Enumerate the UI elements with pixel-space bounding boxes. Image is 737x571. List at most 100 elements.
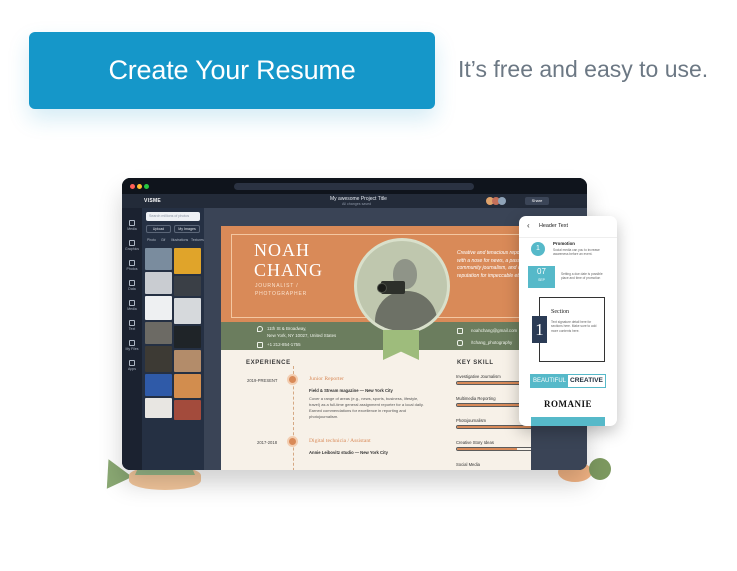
- back-arrow-icon: ‹: [527, 221, 530, 230]
- phone-icon: [257, 342, 263, 348]
- skill-bar-fill: [457, 404, 521, 406]
- date-badge: 07 SEP: [528, 266, 555, 288]
- experience-role: Junior Reporter: [309, 376, 344, 382]
- resume-email: noahchang@gmail.com: [471, 328, 518, 333]
- mobile-header-title: Header Text: [539, 223, 568, 229]
- photos-icon: [129, 260, 135, 266]
- experience-heading: EXPERIENCE: [246, 360, 291, 366]
- mobile-header: ‹ Header Text: [519, 216, 617, 238]
- photo-thumb: [174, 374, 201, 398]
- resume-portrait: [354, 238, 450, 334]
- skill-label: Multimedia Reporting: [456, 396, 496, 401]
- panel-tab: Textures: [191, 238, 204, 242]
- rail-label: Graphics: [125, 247, 140, 251]
- rail-item: My Files: [125, 340, 139, 351]
- address-line: 11th St & Broadway,: [267, 326, 307, 331]
- beautiful-creative-banner: BEAUTIFUL CREATIVE: [530, 374, 606, 388]
- date-month: SEP: [538, 278, 545, 282]
- decor-sphere: [589, 458, 611, 480]
- photo-thumb: [145, 296, 172, 320]
- date-day: 07: [537, 267, 546, 276]
- experience-company: Field & Stream magazine — New York City: [309, 388, 393, 393]
- photo-panel: Search millions of photos Upload My Imag…: [142, 208, 204, 470]
- rail-item: Photos: [125, 260, 139, 271]
- rail-item: Graphics: [125, 240, 139, 251]
- section-text: Text signature detail here for sections …: [551, 320, 597, 333]
- close-dot-icon: [130, 184, 135, 189]
- resume-name: NOAH CHANG: [254, 240, 323, 280]
- mobile-preview: ‹ Header Text 1 Promotion Social media c…: [519, 216, 617, 426]
- photo-thumb: [174, 298, 201, 324]
- avatar: [498, 197, 506, 205]
- timeline-dot: [287, 436, 298, 447]
- photo-thumb: [145, 272, 172, 294]
- rail-label: Data: [128, 287, 136, 291]
- panel-tab: Photo: [147, 238, 156, 242]
- skill-bar-fill: [457, 426, 531, 428]
- address-bar: [234, 183, 474, 190]
- graphics-icon: [129, 240, 135, 246]
- photo-thumb: [174, 350, 201, 372]
- skill-bar: [456, 447, 531, 451]
- resume-job-title: JOURNALIST / PHOTOGRAPHER: [255, 282, 307, 298]
- editor-toolbar: VISME My awesome Project Title All chang…: [122, 194, 587, 208]
- rail-item: Media: [125, 220, 139, 231]
- resume-social: /tchang_photography: [471, 340, 513, 345]
- instagram-icon: [457, 340, 463, 346]
- brand-logo: VISME: [144, 198, 162, 204]
- skill-label: Social Media: [456, 462, 480, 467]
- skills-heading: KEY SKILL: [457, 360, 494, 366]
- timeline-dot: [287, 374, 298, 385]
- panel-tab: Gif: [161, 238, 166, 242]
- promo-text: Social media can you to increase awarene…: [553, 248, 600, 257]
- rail-label: Media: [127, 307, 137, 311]
- files-icon: [129, 340, 135, 346]
- skill-label: Photojournalism: [456, 418, 487, 423]
- resume-address: 11th St & Broadway, New York, NY 10027, …: [267, 325, 336, 339]
- window-titlebar: [122, 178, 587, 194]
- teal-strip: [531, 417, 605, 426]
- text-icon: [129, 320, 135, 326]
- photo-thumb: [145, 398, 172, 418]
- rail-item: Data: [125, 280, 139, 291]
- rail-label: Apps: [128, 367, 136, 371]
- email-icon: [457, 328, 463, 334]
- maximize-dot-icon: [144, 184, 149, 189]
- date-text: Setting a due date is possible place and…: [561, 272, 603, 281]
- photo-thumb: [145, 248, 172, 270]
- photo-thumb: [145, 374, 172, 396]
- editor-mockup: VISME My awesome Project Title All chang…: [122, 178, 587, 470]
- experience-company: Annie Leibovitz studio — New York City: [309, 450, 388, 455]
- create-resume-button[interactable]: Create Your Resume: [29, 32, 435, 109]
- experience-role: Digital technicia / Assistant: [309, 438, 371, 444]
- experience-description: Cover a range of areas (e.g., news, spor…: [309, 396, 424, 419]
- address-line: New York, NY 10027, United States: [267, 333, 337, 338]
- experience-date: 2017-2018: [257, 440, 278, 445]
- project-status: All changes saved: [342, 202, 372, 206]
- section-number: 1: [532, 316, 547, 343]
- step-number-badge: 1: [531, 242, 545, 256]
- resume-last-name: CHANG: [254, 260, 324, 280]
- skill-label: Creative Story Ideas: [456, 440, 494, 445]
- editor-left-rail: Media Graphics Photos Data Media Text My…: [122, 208, 142, 470]
- resume-title-line: PHOTOGRAPHER: [255, 291, 308, 297]
- rail-label: Text: [128, 327, 136, 331]
- apps-icon: [129, 360, 135, 366]
- skill-bar: [456, 425, 531, 429]
- minimize-dot-icon: [137, 184, 142, 189]
- section-heading: Section: [551, 309, 569, 315]
- experience-date: 2019-PRESENT: [247, 378, 278, 383]
- photo-thumb: [145, 322, 172, 344]
- resume-title-line: JOURNALIST /: [255, 283, 299, 289]
- my-images-button: My Images: [174, 225, 200, 233]
- skill-label: Investigative Journalism: [456, 374, 501, 379]
- skill-bar-fill: [457, 448, 518, 450]
- rail-label: Photos: [126, 267, 138, 271]
- lens-icon: [377, 283, 387, 293]
- rail-label: Media: [127, 227, 137, 231]
- photo-thumb: [174, 248, 201, 274]
- rail-label: My Files: [125, 347, 139, 351]
- share-button: Share: [525, 197, 549, 205]
- photo-thumb: [174, 326, 201, 348]
- rail-item: Text: [125, 320, 139, 331]
